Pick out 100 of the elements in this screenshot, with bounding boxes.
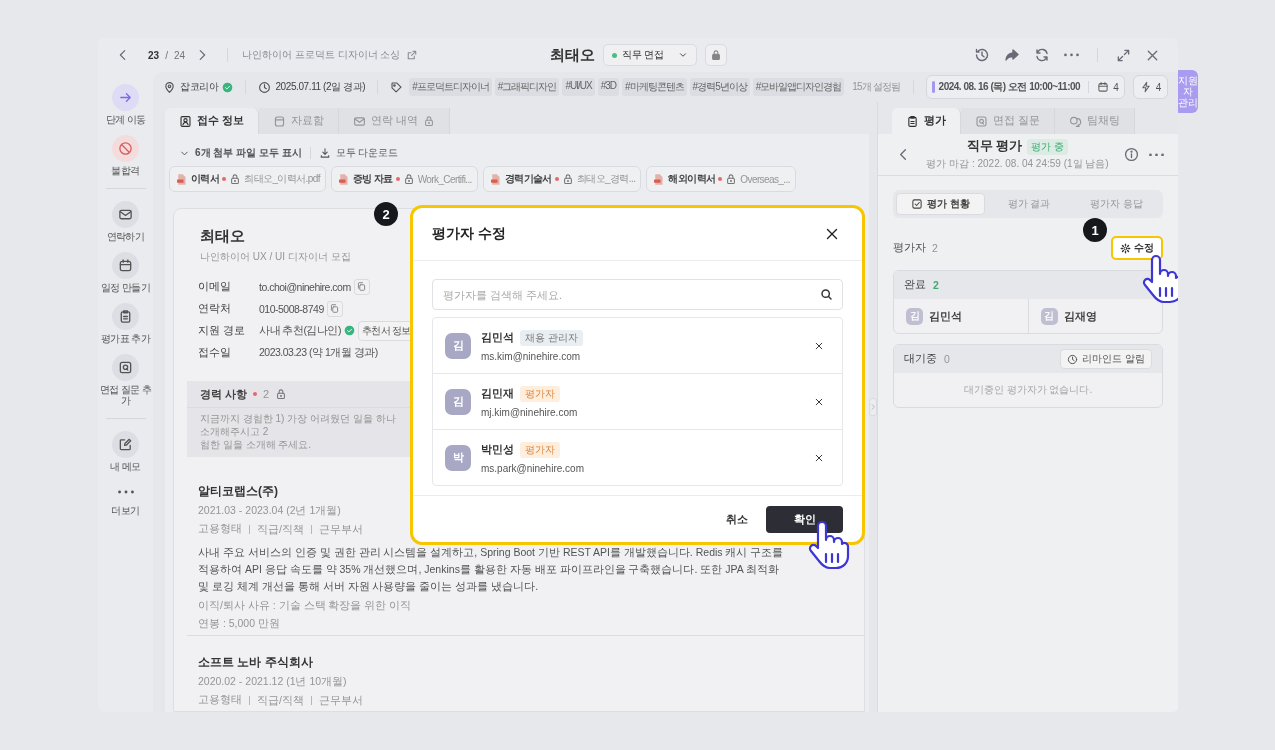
chevron-right-icon (869, 403, 877, 411)
empty-message: 대기중인 평가자가 없습니다. (962, 383, 1094, 397)
waiting-label: 대기중 (904, 352, 937, 366)
download-icon (318, 147, 331, 159)
show-all-files-toggle[interactable]: 6개 첨부 파일 모두 표시 (179, 146, 302, 160)
clipboard-icon (118, 309, 133, 324)
close-icon (814, 396, 824, 407)
segment-tab[interactable]: 평가 현황 (896, 193, 986, 215)
field-label: 접수일 (198, 345, 232, 360)
evaluator-name: 박민성 (481, 442, 514, 457)
search-field[interactable]: 평가자를 검색해 주세요. (432, 279, 843, 310)
evaluation-title: 직무 평가 (966, 138, 1023, 155)
field-label: 지원 경로 (198, 323, 246, 338)
sidebar-action[interactable]: 단계 이동 (98, 84, 153, 125)
more-icon (1149, 152, 1164, 157)
sidebar-action[interactable]: 연락하기 (98, 201, 153, 242)
avatar: 김 (445, 332, 471, 359)
job-detail-label: 직급/직책 (249, 695, 311, 705)
company-name: 알티코랩스(주) (198, 483, 278, 500)
attachment-filename: Overseas_... (740, 173, 790, 185)
page-total: 24 (173, 49, 186, 61)
job-detail-label: 직급/직책 (249, 524, 311, 534)
sidebar-action[interactable]: 내 메모 (98, 431, 153, 472)
chevron-down-icon (677, 50, 688, 60)
field-value: to.choi@ninehire.com (259, 280, 351, 293)
expand-icon (1116, 47, 1131, 63)
sidebar-action[interactable]: 평가표 추가 (98, 303, 153, 344)
share-icon (1004, 47, 1020, 63)
field-label: 연락처 (198, 301, 232, 316)
job-detail-label: 고용형태 (198, 522, 243, 536)
avatar: 박 (445, 444, 471, 471)
action-count-button[interactable]: 4 (1132, 75, 1169, 99)
evaluator-email: mj.kim@ninehire.com (481, 406, 578, 418)
lock-button[interactable] (704, 44, 727, 66)
sidebar-action[interactable]: 일정 만들기 (98, 252, 153, 293)
tag-count: 15개 설정됨 (852, 80, 901, 94)
schedule-box[interactable]: 2024. 08. 16 (목) 오전 10:00~11:00 4 (925, 75, 1125, 99)
avatar: 김 (1040, 307, 1058, 325)
attachment-chip[interactable]: 경력기술서 최태오_경력... (482, 166, 642, 192)
attachment-label: 증빙 자료 (352, 172, 393, 186)
arrow-right-icon (118, 90, 133, 105)
job-detail-label: 근무부서 (310, 695, 370, 705)
tag-chip: #경력5년이상 (689, 78, 750, 96)
source-label: 잡코리아 (180, 80, 219, 94)
attachment-label: 해외이력서 (668, 172, 716, 186)
field-value: 010-5008-8749 (259, 302, 324, 315)
remind-button[interactable]: 리마인드 알림 (1060, 349, 1152, 369)
employment-period: 2020.02 - 2021.12 (1년 10개월) (198, 675, 347, 689)
calendar-count: 4 (1113, 81, 1119, 93)
applied-date: 2025.07.11 (2일 경과) (275, 80, 366, 94)
attachment-chip[interactable]: 해외이력서 Overseas_... (646, 166, 796, 192)
question-box-icon (118, 360, 133, 375)
clock-icon (1067, 353, 1079, 365)
field-label: 이메일 (198, 279, 232, 294)
ban-icon (118, 141, 133, 156)
tag-chip: #모바일앱디자인경험 (752, 78, 845, 96)
checkbox-icon (911, 198, 924, 210)
evaluator-name: 김재영 (1063, 308, 1097, 324)
employment-period: 2021.03 - 2023.04 (2년 1개월) (198, 504, 341, 518)
clock-icon (258, 80, 272, 94)
role-badge: 채용 관리자 (520, 329, 583, 346)
attachment-filename: Work_Certifi... (417, 173, 472, 185)
mail-icon (118, 207, 133, 222)
tag-chip: #마케팅콘텐츠 (622, 78, 687, 96)
lightning-icon (1139, 81, 1152, 93)
attachment-chip[interactable]: 증빙 자료 Work_Certifi... (330, 166, 478, 192)
evaluation-deadline: 평가 마감 : 2022. 08. 04 24:59 (1일 남음) (926, 157, 1109, 171)
company-name: 소프트 노바 주식회사 (198, 654, 313, 671)
edit-button[interactable]: 수정 (1111, 236, 1163, 260)
tag-chip: #프로덕트디자이너 (409, 78, 492, 96)
copy-button[interactable] (326, 300, 343, 317)
sidebar-action[interactable]: 면접 질문 추가 (98, 354, 153, 406)
status-badge: 평가 중 (1027, 138, 1069, 155)
cancel-button[interactable]: 취소 (726, 511, 748, 527)
section-count: 2 (263, 388, 270, 400)
attachment-chip[interactable]: 이력서 최태오_이력서.pdf (169, 166, 326, 192)
attachment-filename: 최태오_경력... (576, 172, 636, 186)
dialog-title: 평가자 수정 (432, 225, 506, 243)
content-tab[interactable]: 접수 정보 (165, 108, 259, 134)
copy-icon (329, 303, 341, 314)
sidebar-action[interactable]: 더보기 (98, 482, 153, 516)
confirm-button[interactable]: 확인 (766, 505, 843, 533)
question-prompt: 험한 일을 소개해 주세요. (200, 438, 313, 451)
download-all-button[interactable]: 모두 다운로드 (318, 146, 399, 160)
leave-reason: 이직/퇴사 사유 : 기술 스택 확장을 위한 이직 (198, 599, 412, 613)
evaluator-name: 김민재 (481, 386, 514, 401)
pdf-file-icon (488, 172, 502, 186)
question-prompt: 지금까지 경험한 1) 가장 어려웠던 일을 하나 소개해주시고 2 (200, 412, 397, 438)
sidebar-action[interactable]: 불합격 (98, 135, 153, 176)
evaluator-name: 김민석 (481, 330, 514, 345)
salary: 연봉 : 5,000 만원 (198, 617, 280, 631)
evaluator-email: ms.park@ninehire.com (481, 462, 584, 474)
panel-tab[interactable]: 평가 (892, 108, 961, 134)
pdf-file-icon (652, 172, 666, 186)
completed-count: 2 (933, 279, 939, 291)
page-current: 23 (148, 49, 160, 61)
copy-button[interactable] (353, 278, 370, 295)
stage-dropdown[interactable]: 직무 면접 (602, 44, 697, 66)
clipboard-icon (906, 114, 919, 128)
completed-label: 완료 (904, 278, 926, 292)
